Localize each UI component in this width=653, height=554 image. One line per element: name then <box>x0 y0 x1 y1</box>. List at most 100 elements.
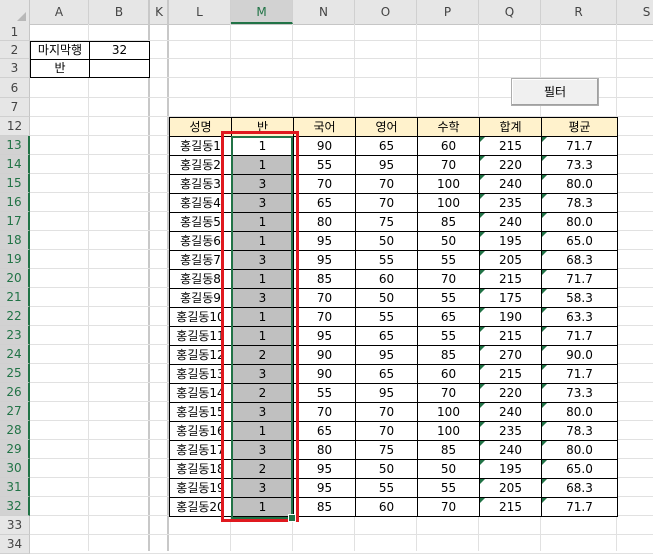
column-header-b[interactable]: B <box>89 0 150 24</box>
class-cell[interactable]: 3 <box>231 193 294 213</box>
name-cell[interactable]: 홍길동20 <box>169 497 232 517</box>
row-header-12[interactable]: 12 <box>0 117 30 136</box>
table-cell[interactable]: 85 <box>417 440 480 460</box>
row-header-28[interactable]: 28 <box>0 421 30 440</box>
table-cell[interactable]: 95 <box>355 345 418 365</box>
table-header-cell[interactable]: 반 <box>231 117 294 137</box>
table-header-cell[interactable]: 평균 <box>541 117 618 137</box>
select-all-corner[interactable] <box>0 0 30 24</box>
table-cell[interactable]: 70 <box>355 421 418 441</box>
column-header-l[interactable]: L <box>169 0 231 24</box>
name-cell[interactable]: 홍길동4 <box>169 193 232 213</box>
table-cell[interactable]: 65 <box>417 307 480 327</box>
table-cell[interactable]: 240 <box>479 212 542 232</box>
table-cell[interactable]: 95 <box>355 383 418 403</box>
table-cell[interactable]: 78.3 <box>541 421 618 441</box>
name-cell[interactable]: 홍길동11 <box>169 326 232 346</box>
table-cell[interactable]: 205 <box>479 478 542 498</box>
filter-button[interactable]: 필터 <box>511 78 599 106</box>
table-cell[interactable]: 240 <box>479 440 542 460</box>
table-cell[interactable]: 65 <box>293 193 356 213</box>
table-cell[interactable]: 65 <box>355 136 418 156</box>
table-cell[interactable]: 71.7 <box>541 364 618 384</box>
name-cell[interactable]: 홍길동14 <box>169 383 232 403</box>
table-header-cell[interactable]: 성명 <box>169 117 232 137</box>
table-cell[interactable]: 70 <box>417 269 480 289</box>
table-cell[interactable]: 100 <box>417 174 480 194</box>
table-cell[interactable]: 55 <box>417 326 480 346</box>
table-cell[interactable]: 70 <box>355 193 418 213</box>
table-cell[interactable]: 65 <box>355 326 418 346</box>
row-header-29[interactable]: 29 <box>0 440 30 459</box>
table-cell[interactable]: 60 <box>355 497 418 517</box>
table-cell[interactable]: 68.3 <box>541 250 618 270</box>
table-header-cell[interactable]: 국어 <box>293 117 356 137</box>
table-cell[interactable]: 55 <box>417 478 480 498</box>
class-cell[interactable]: 1 <box>231 231 294 251</box>
column-header-m[interactable]: M <box>231 0 293 24</box>
table-cell[interactable]: 70 <box>293 402 356 422</box>
name-cell[interactable]: 홍길동13 <box>169 364 232 384</box>
table-cell[interactable]: 235 <box>479 421 542 441</box>
column-header-n[interactable]: N <box>293 0 355 24</box>
table-cell[interactable]: 95 <box>293 478 356 498</box>
row-header-25[interactable]: 25 <box>0 364 30 383</box>
row-header-30[interactable]: 30 <box>0 459 30 478</box>
table-cell[interactable]: 100 <box>417 402 480 422</box>
table-cell[interactable]: 215 <box>479 497 542 517</box>
row-header-7[interactable]: 7 <box>0 98 30 117</box>
class-cell[interactable]: 3 <box>231 174 294 194</box>
name-cell[interactable]: 홍길동3 <box>169 174 232 194</box>
table-cell[interactable]: 190 <box>479 307 542 327</box>
table-cell[interactable]: 215 <box>479 364 542 384</box>
row-header-18[interactable]: 18 <box>0 231 30 250</box>
table-cell[interactable]: 65.0 <box>541 231 618 251</box>
name-cell[interactable]: 홍길동1 <box>169 136 232 156</box>
table-cell[interactable]: 90 <box>293 364 356 384</box>
table-cell[interactable]: 70 <box>355 402 418 422</box>
row-header-34[interactable]: 34 <box>0 535 30 554</box>
table-cell[interactable]: 55 <box>417 250 480 270</box>
table-header-cell[interactable]: 수학 <box>417 117 480 137</box>
table-cell[interactable]: 63.3 <box>541 307 618 327</box>
table-cell[interactable]: 55 <box>417 288 480 308</box>
row-header-31[interactable]: 31 <box>0 478 30 497</box>
table-cell[interactable]: 70 <box>417 497 480 517</box>
row-header-17[interactable]: 17 <box>0 212 30 231</box>
table-cell[interactable]: 75 <box>355 440 418 460</box>
table-cell[interactable]: 235 <box>479 193 542 213</box>
table-cell[interactable]: 80 <box>293 440 356 460</box>
name-cell[interactable]: 홍길동17 <box>169 440 232 460</box>
table-cell[interactable]: 55 <box>355 307 418 327</box>
row-header-27[interactable]: 27 <box>0 402 30 421</box>
table-header-cell[interactable]: 영어 <box>355 117 418 137</box>
name-cell[interactable]: 홍길동18 <box>169 459 232 479</box>
table-cell[interactable]: 90 <box>293 345 356 365</box>
table-cell[interactable]: 205 <box>479 250 542 270</box>
table-cell[interactable]: 220 <box>479 155 542 175</box>
table-cell[interactable]: 50 <box>355 288 418 308</box>
class-cell[interactable]: 2 <box>231 383 294 403</box>
table-cell[interactable]: 100 <box>417 421 480 441</box>
column-header-q[interactable]: Q <box>479 0 541 24</box>
class-cell[interactable]: 3 <box>231 250 294 270</box>
table-cell[interactable]: 55 <box>293 155 356 175</box>
name-cell[interactable]: 홍길동7 <box>169 250 232 270</box>
table-cell[interactable]: 65.0 <box>541 459 618 479</box>
table-cell[interactable]: 60 <box>417 364 480 384</box>
name-cell[interactable]: 홍길동8 <box>169 269 232 289</box>
table-cell[interactable]: 80.0 <box>541 440 618 460</box>
table-cell[interactable]: 80.0 <box>541 174 618 194</box>
table-cell[interactable]: 71.7 <box>541 136 618 156</box>
table-cell[interactable]: 70 <box>417 155 480 175</box>
table-cell[interactable]: 65 <box>355 364 418 384</box>
table-cell[interactable]: 71.7 <box>541 326 618 346</box>
class-cell[interactable]: 1 <box>231 326 294 346</box>
table-cell[interactable]: 90.0 <box>541 345 618 365</box>
last-row-value-cell[interactable]: 32 <box>89 41 150 60</box>
row-header-16[interactable]: 16 <box>0 193 30 212</box>
class-cell[interactable]: 1 <box>231 155 294 175</box>
table-cell[interactable]: 240 <box>479 174 542 194</box>
table-cell[interactable]: 55 <box>355 478 418 498</box>
column-header-r[interactable]: R <box>541 0 617 24</box>
